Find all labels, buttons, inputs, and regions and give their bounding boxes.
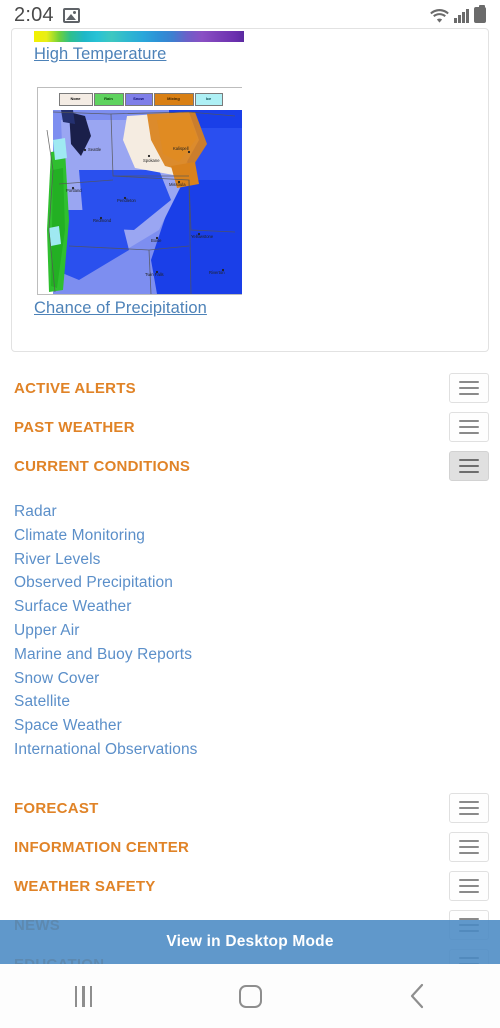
chance-of-precipitation-link[interactable]: Chance of Precipitation [34, 299, 207, 318]
svg-text:Spokane: Spokane [143, 158, 160, 163]
screen: 2:04 High Temperature None Rain Snow Mix… [0, 0, 500, 1028]
back-icon [410, 983, 423, 1009]
precip-map-image: Seattle Spokane Kalispell Portland Pendl… [39, 110, 242, 294]
list-item-marine-and-buoy-reports[interactable]: Marine and Buoy Reports [14, 643, 414, 667]
status-bar-icons [430, 5, 486, 23]
list-item-upper-air[interactable]: Upper Air [14, 619, 414, 643]
legend-swatch-snow: Snow [124, 92, 153, 106]
cellular-signal-icon [454, 9, 469, 23]
recents-icon [74, 985, 93, 1007]
chance-of-precipitation-map[interactable]: None Rain Snow Mixing Ice Seattle Spokan… [37, 87, 243, 295]
svg-text:Missoula: Missoula [169, 182, 186, 187]
home-button[interactable] [167, 964, 334, 1028]
hamburger-icon-information-center[interactable] [449, 832, 489, 862]
status-bar-time: 2:04 [14, 3, 54, 26]
hamburger-icon-past-weather[interactable] [449, 412, 489, 442]
list-item-radar[interactable]: Radar [14, 500, 414, 524]
svg-text:Yellowstone: Yellowstone [191, 234, 214, 239]
section-active-alerts[interactable]: ACTIVE ALERTS [0, 369, 500, 408]
list-item-satellite[interactable]: Satellite [14, 690, 414, 714]
back-button[interactable] [333, 964, 500, 1028]
legend-swatch-rain: Rain [93, 92, 124, 106]
legend-swatch-ice: Ice [194, 92, 223, 106]
svg-text:Kalispell: Kalispell [173, 146, 189, 151]
section-past-weather[interactable]: PAST WEATHER [0, 408, 500, 447]
svg-text:Pendleton: Pendleton [117, 198, 137, 203]
section-title: PAST WEATHER [14, 419, 135, 436]
section-title: WEATHER SAFETY [14, 878, 156, 895]
svg-text:Portland: Portland [66, 188, 82, 193]
hamburger-icon-weather-safety[interactable] [449, 871, 489, 901]
list-item-surface-weather[interactable]: Surface Weather [14, 595, 414, 619]
view-in-desktop-mode-banner[interactable]: View in Desktop Mode [0, 920, 500, 964]
list-item-snow-cover[interactable]: Snow Cover [14, 667, 414, 691]
svg-text:Seattle: Seattle [88, 147, 102, 152]
section-weather-safety[interactable]: WEATHER SAFETY [0, 867, 500, 906]
wifi-icon [430, 8, 449, 23]
section-forecast[interactable]: FORECAST [0, 789, 500, 828]
desktop-banner-label: View in Desktop Mode [166, 933, 334, 950]
list-item-international-observations[interactable]: International Observations [14, 738, 414, 762]
image-icon [62, 7, 80, 23]
section-title: FORECAST [14, 800, 99, 817]
section-title: ACTIVE ALERTS [14, 380, 136, 397]
high-temperature-link[interactable]: High Temperature [34, 45, 166, 64]
list-item-space-weather[interactable]: Space Weather [14, 714, 414, 738]
legend-swatch-none: None [58, 92, 93, 106]
svg-text:Boise: Boise [151, 238, 162, 243]
list-item-climate-monitoring[interactable]: Climate Monitoring [14, 524, 414, 548]
section-title: INFORMATION CENTER [14, 839, 190, 856]
status-bar: 2:04 [0, 0, 500, 30]
map-card: High Temperature None Rain Snow Mixing I… [11, 28, 489, 352]
svg-text:Riverton: Riverton [209, 270, 225, 275]
list-item-observed-precipitation[interactable]: Observed Precipitation [14, 571, 414, 595]
section-current-conditions[interactable]: CURRENT CONDITIONS [0, 447, 500, 486]
hamburger-icon-forecast[interactable] [449, 793, 489, 823]
hamburger-icon-current-conditions[interactable] [449, 451, 489, 481]
battery-icon [474, 5, 486, 23]
svg-text:Twin Falls: Twin Falls [145, 272, 164, 277]
recents-button[interactable] [0, 964, 167, 1028]
hamburger-icon-active-alerts[interactable] [449, 373, 489, 403]
home-icon [238, 984, 262, 1008]
android-nav-bar [0, 964, 500, 1028]
svg-text:Redmond: Redmond [93, 218, 112, 223]
section-title: CURRENT CONDITIONS [14, 458, 191, 475]
precip-map-legend: None Rain Snow Mixing Ice [38, 88, 243, 110]
high-temperature-map-strip [34, 31, 244, 42]
list-item-river-levels[interactable]: River Levels [14, 548, 414, 572]
legend-swatch-mixing: Mixing [153, 92, 194, 106]
section-information-center[interactable]: INFORMATION CENTER [0, 828, 500, 867]
current-conditions-link-list: Radar Climate Monitoring River Levels Ob… [14, 500, 414, 762]
